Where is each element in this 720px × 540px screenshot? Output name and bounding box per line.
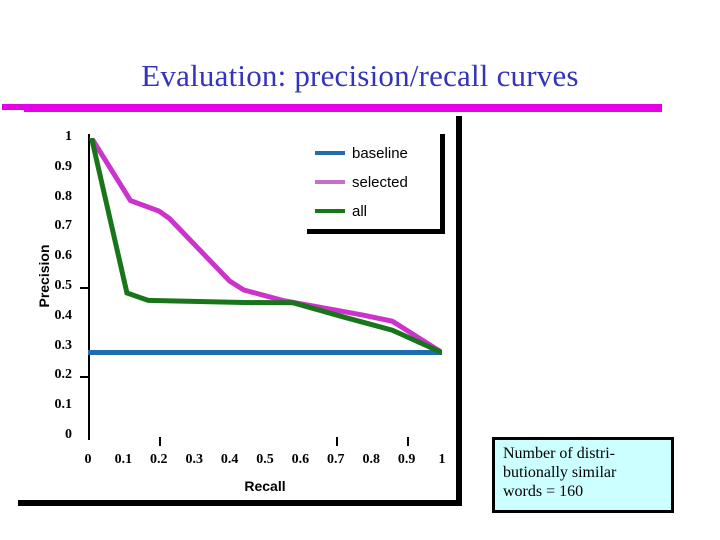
x-axis-label: 0.1	[114, 452, 133, 467]
y-axis-label: 0.3	[54, 337, 73, 353]
x-axis-label: 0.9	[397, 452, 416, 467]
y-axis-label: 0.6	[54, 248, 73, 264]
legend-label: baseline	[352, 144, 408, 162]
legend-swatch-icon	[315, 209, 345, 213]
legend-entry-all: all	[315, 200, 367, 222]
x-axis-tick	[406, 437, 409, 446]
y-axis-label: 0.2	[54, 367, 73, 383]
y-axis-label: 0	[65, 427, 72, 442]
legend-entry-selected: selected	[315, 171, 408, 193]
x-axis-label: 0.3	[185, 452, 203, 467]
x-axis-label: 0.6	[291, 452, 310, 467]
chart-legend: baseline selected all	[307, 134, 445, 234]
annotation-text: Number of distri- butionally similar wor…	[503, 445, 617, 500]
legend-swatch-icon	[315, 180, 345, 184]
y-axis-tick	[80, 376, 88, 379]
x-axis-label: 0.5	[256, 452, 274, 467]
x-axis-tick	[158, 437, 161, 446]
y-axis-label: 0.5	[54, 278, 73, 293]
page-title: Evaluation: precision/recall curves	[141, 58, 579, 93]
y-axis-label: 0.1	[54, 397, 73, 413]
legend-swatch-icon	[315, 151, 345, 155]
y-axis-label: 0.7	[54, 218, 73, 234]
title-underline-rule-secondary	[24, 110, 662, 112]
x-axis-label: 0.4	[220, 452, 239, 467]
x-axis-label: 0.2	[150, 452, 168, 467]
y-axis-label: 0.8	[54, 188, 73, 204]
y-axis-label: 0.4	[54, 307, 73, 323]
x-axis-label: 1	[438, 452, 446, 467]
x-axis-label: 0.7	[327, 452, 345, 467]
x-axis-label: 0.8	[362, 452, 380, 467]
y-axis-tick	[80, 287, 88, 289]
legend-entry-baseline: baseline	[315, 142, 408, 164]
y-axis-label: 0.9	[54, 158, 73, 174]
annotation-box: Number of distri- butionally similar wor…	[492, 437, 674, 513]
legend-label: all	[352, 202, 368, 220]
x-axis-label: 0	[84, 452, 92, 467]
x-axis-tick	[335, 437, 338, 446]
y-axis-label: 1	[65, 129, 72, 144]
x-axis-title: Recall	[244, 478, 286, 494]
legend-label: selected	[352, 173, 408, 191]
